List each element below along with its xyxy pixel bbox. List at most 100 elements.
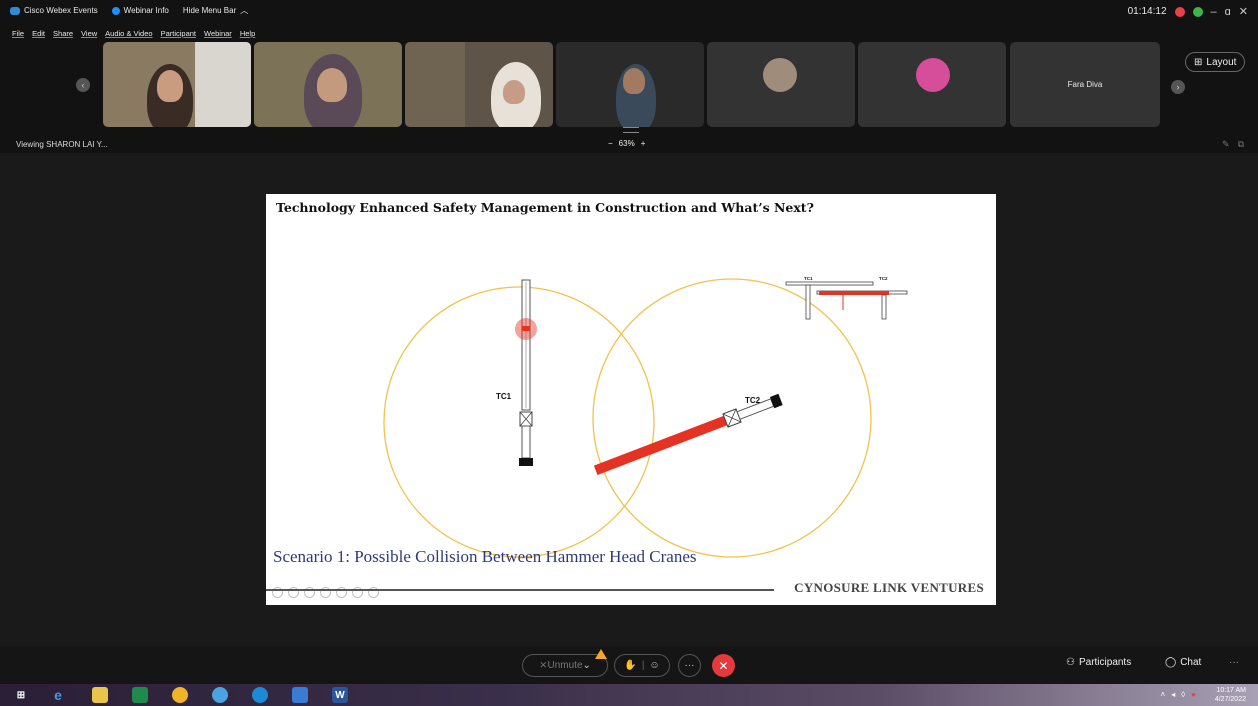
layout-button[interactable]: ⊞ Layout bbox=[1185, 52, 1246, 72]
video-tile-5[interactable] bbox=[707, 42, 855, 127]
more-options-button[interactable]: ··· bbox=[678, 654, 701, 677]
viewing-label: Viewing SHARON LAI Y... bbox=[16, 140, 108, 149]
windows-taskbar bbox=[0, 684, 1258, 706]
video-tile-4[interactable] bbox=[556, 42, 704, 127]
layout-label: Layout bbox=[1206, 56, 1237, 68]
video-next-button[interactable]: › bbox=[1171, 80, 1185, 94]
volume-icon[interactable]: ◂ bbox=[1171, 690, 1175, 699]
elevation-tc2-mast bbox=[881, 294, 887, 320]
chrome-icon[interactable] bbox=[172, 687, 188, 703]
collision-point bbox=[522, 326, 530, 331]
edge-icon[interactable] bbox=[252, 687, 268, 703]
restore-button[interactable]: ɑ bbox=[1225, 6, 1231, 18]
meeting-timer: 01:14:12 bbox=[1127, 6, 1167, 17]
menu-share[interactable]: Share bbox=[53, 29, 73, 38]
leave-meeting-button[interactable]: ✕ bbox=[712, 654, 735, 677]
zoom-icon[interactable] bbox=[336, 587, 347, 598]
webinar-info-label: Webinar Info bbox=[123, 6, 169, 15]
divider: | bbox=[641, 660, 645, 671]
overflow-button[interactable]: ··· bbox=[1229, 657, 1239, 668]
tc2-jib bbox=[593, 415, 729, 475]
participant-face bbox=[157, 70, 183, 102]
elevation-collision-zone bbox=[819, 291, 889, 295]
video-tile-6[interactable] bbox=[858, 42, 1006, 127]
video-tile-fara-diva[interactable]: Fara Diva bbox=[1010, 42, 1160, 127]
webinar-info-button[interactable]: Webinar Info bbox=[111, 6, 169, 15]
slide-caption: Scenario 1: Possible Collision Between H… bbox=[273, 547, 697, 566]
crane-diagram bbox=[383, 278, 908, 558]
video-prev-button[interactable]: ‹ bbox=[76, 78, 90, 92]
menu-bar: File Edit Share View Audio & Video Parti… bbox=[12, 29, 255, 38]
chevron-down-icon: ⌄ bbox=[582, 660, 591, 671]
word-icon[interactable]: W bbox=[332, 687, 348, 703]
clock-time: 10:17 AM bbox=[1216, 687, 1246, 694]
menu-help[interactable]: Help bbox=[240, 29, 255, 38]
clock[interactable]: 10:17 AM 4/27/2022 bbox=[1215, 686, 1246, 704]
warning-icon bbox=[595, 649, 607, 659]
participants-icon: ⚇ bbox=[1066, 657, 1075, 668]
hide-menu-bar-button[interactable]: Hide Menu Bar ︿ bbox=[183, 5, 248, 16]
video-tile-1[interactable] bbox=[103, 42, 251, 127]
slide-brand: CYNOSURE LINK VENTURES bbox=[794, 580, 984, 595]
tc1-counter-jib bbox=[521, 425, 531, 459]
avatar bbox=[763, 58, 797, 92]
search-app-icon[interactable] bbox=[212, 687, 228, 703]
reactions-group[interactable]: ✋ | ☺ bbox=[614, 654, 670, 677]
menu-file[interactable]: File bbox=[12, 29, 24, 38]
internet-explorer-icon[interactable]: e bbox=[50, 687, 66, 703]
participants-button[interactable]: ⚇ Participants bbox=[1066, 657, 1131, 668]
menu-participant[interactable]: Participant bbox=[161, 29, 196, 38]
grid-icon: ⊞ bbox=[1194, 56, 1203, 68]
menu-webinar[interactable]: Webinar bbox=[204, 29, 232, 38]
chevron-up-icon[interactable]: ˄ bbox=[1161, 690, 1166, 699]
slides-icon[interactable] bbox=[320, 587, 331, 598]
fullscreen-icon[interactable]: ⧉ bbox=[1238, 139, 1244, 150]
elevation-tc1-jib bbox=[785, 281, 874, 286]
file-explorer-icon[interactable] bbox=[92, 687, 108, 703]
resize-handle[interactable] bbox=[623, 127, 639, 133]
prev-slide-icon[interactable] bbox=[272, 587, 283, 598]
webex-logo-icon bbox=[10, 6, 20, 15]
video-background bbox=[405, 42, 465, 127]
annotate-icon[interactable]: ✎ bbox=[1222, 139, 1230, 150]
chat-button[interactable]: ◯ Chat bbox=[1165, 657, 1201, 668]
webex-taskbar-icon[interactable] bbox=[292, 687, 308, 703]
menu-edit[interactable]: Edit bbox=[32, 29, 45, 38]
record-icon[interactable] bbox=[1174, 6, 1185, 17]
chat-icon: ◯ bbox=[1165, 657, 1177, 668]
menu-view[interactable]: View bbox=[81, 29, 97, 38]
hide-menu-label: Hide Menu Bar bbox=[182, 6, 237, 15]
slide-navigation-controls[interactable] bbox=[272, 587, 379, 598]
raise-hand-icon[interactable]: ✋ bbox=[624, 660, 636, 671]
video-background bbox=[195, 42, 251, 127]
status-icon[interactable] bbox=[1192, 6, 1203, 17]
pen-icon[interactable] bbox=[304, 587, 315, 598]
tc1-label: TC1 bbox=[496, 392, 512, 401]
zoom-control: − 63% + bbox=[608, 139, 645, 148]
next-slide-icon[interactable] bbox=[288, 587, 299, 598]
menu-audio-video[interactable]: Audio & Video bbox=[105, 29, 152, 38]
zoom-in-button[interactable]: + bbox=[641, 139, 646, 148]
emoji-icon[interactable]: ☺ bbox=[649, 660, 659, 671]
video-tile-3[interactable] bbox=[405, 42, 553, 127]
close-button[interactable]: ✕ bbox=[1239, 5, 1248, 18]
zoom-level: 63% bbox=[618, 139, 635, 148]
elevation-tc1-label: TC1 bbox=[804, 276, 813, 281]
subtitles-icon[interactable] bbox=[352, 587, 363, 598]
network-icon[interactable]: ◊ bbox=[1181, 690, 1185, 699]
info-icon bbox=[111, 6, 120, 15]
store-icon[interactable] bbox=[132, 687, 148, 703]
app-menu[interactable]: Cisco Webex Events bbox=[10, 6, 98, 15]
webex-tray-icon[interactable]: ● bbox=[1191, 690, 1196, 699]
minimize-button[interactable]: – bbox=[1211, 6, 1217, 18]
more-options-icon[interactable] bbox=[368, 587, 379, 598]
zoom-out-button[interactable]: − bbox=[608, 139, 613, 148]
windows-start-icon[interactable]: ⊞ bbox=[13, 687, 29, 703]
clock-date: 4/27/2022 bbox=[1214, 696, 1246, 703]
participant-face bbox=[317, 68, 347, 102]
video-tile-2[interactable] bbox=[254, 42, 402, 127]
unmute-label: Unmute bbox=[547, 660, 583, 671]
tc2-label: TC2 bbox=[745, 396, 761, 405]
system-tray: ˄ ◂ ◊ ● bbox=[1161, 690, 1196, 699]
share-view-options: ✎ ⧉ bbox=[1222, 139, 1244, 150]
